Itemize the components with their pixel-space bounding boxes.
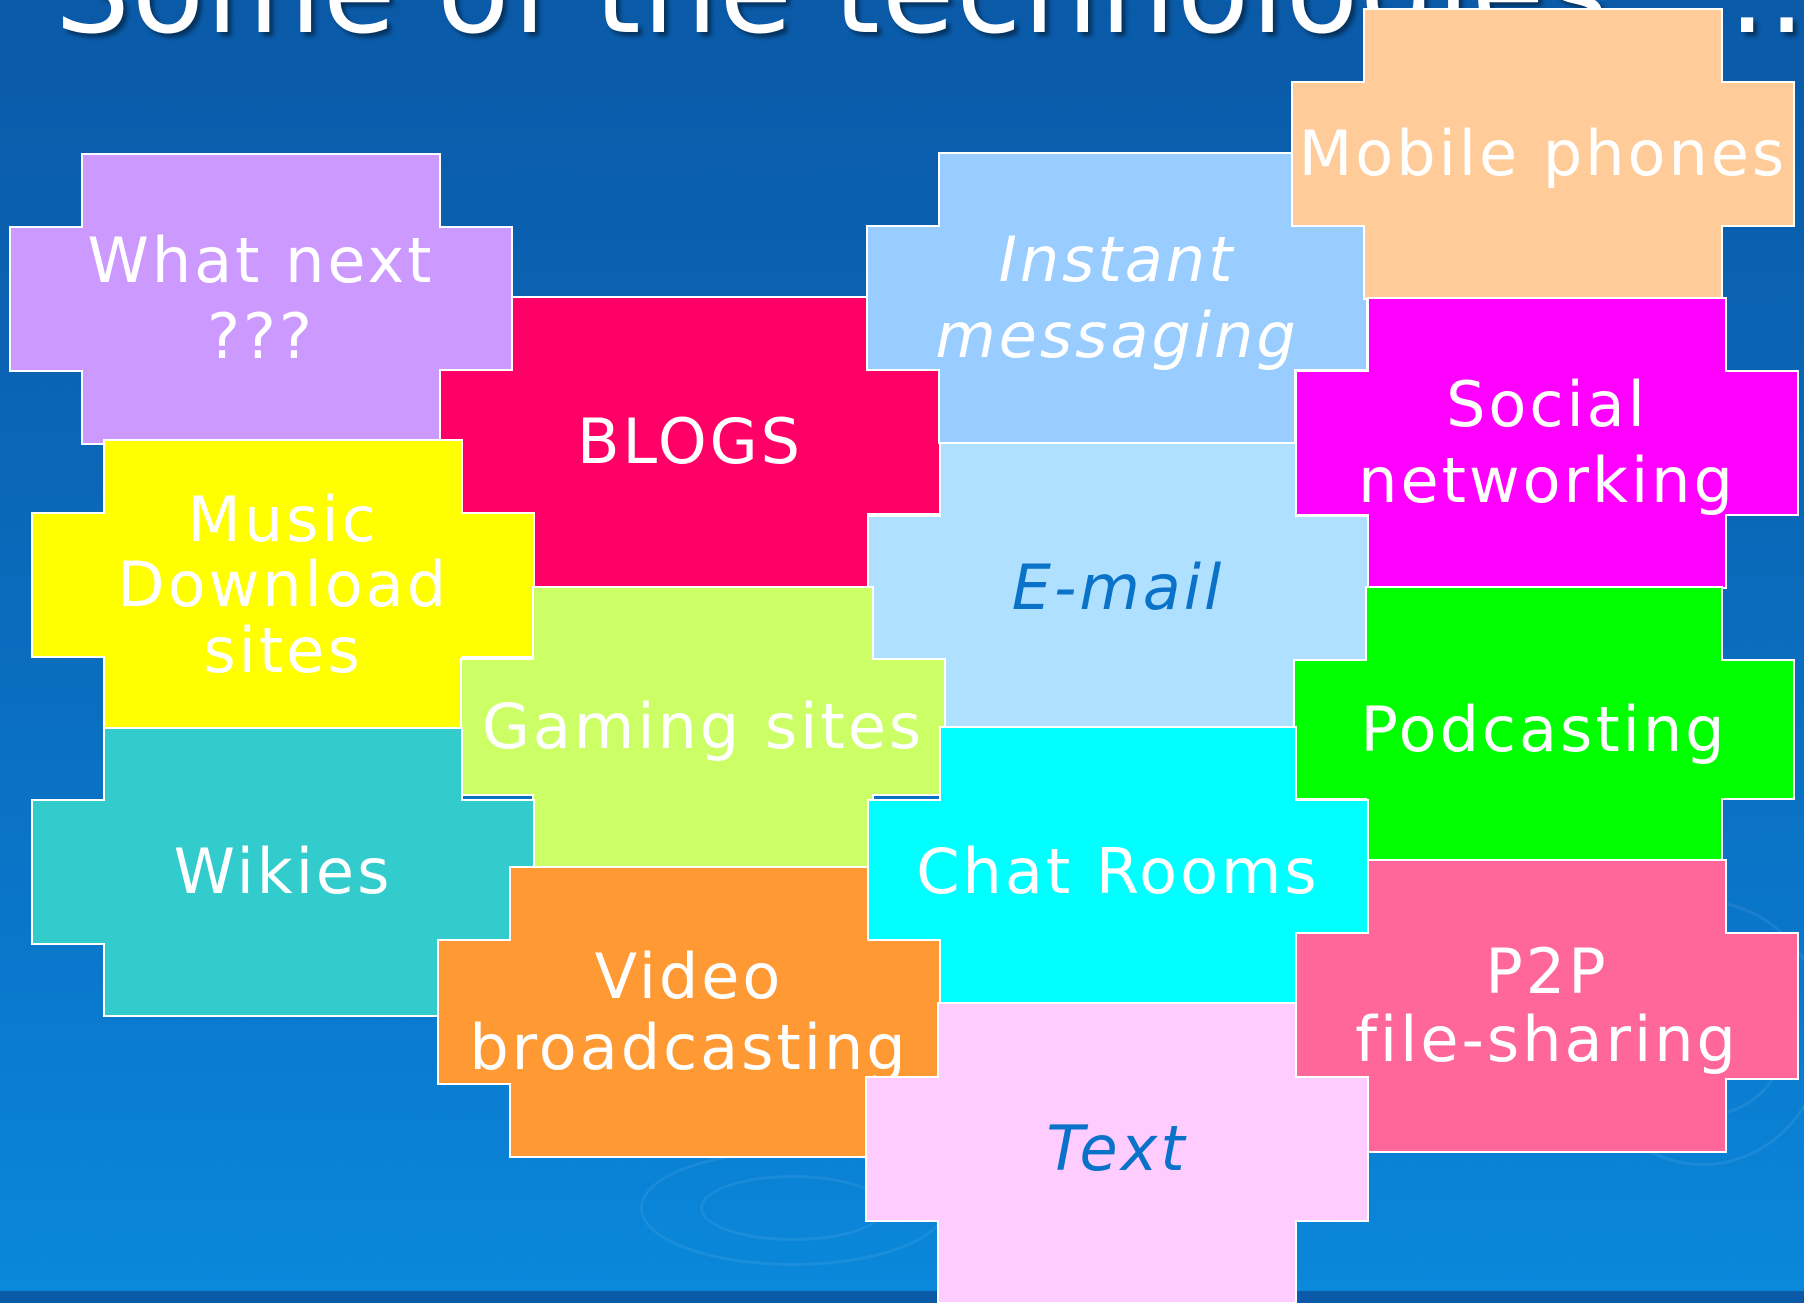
tile-label: Social networking: [1358, 368, 1736, 517]
tile-music-download: Music Download sites: [31, 439, 535, 731]
tile-mobile-phones: Mobile phones: [1291, 8, 1795, 300]
tile-label: P2P file-sharing: [1355, 934, 1739, 1076]
tile-label: What next ???: [87, 224, 435, 373]
tile-video-broadcasting: Video broadcasting: [437, 866, 941, 1158]
tile-label: Mobile phones: [1298, 117, 1788, 191]
tile-social-networking: Social networking: [1295, 297, 1799, 589]
slide: Some of the technologies..... What next …: [0, 0, 1804, 1303]
tile-p2p: P2P file-sharing: [1295, 859, 1799, 1153]
tile-text: Text: [865, 1002, 1369, 1303]
ripple-decoration: [700, 1175, 886, 1241]
tile-label: Text: [1046, 1112, 1188, 1185]
tile-label: Music Download sites: [116, 483, 450, 687]
tile-chat-rooms: Chat Rooms: [867, 726, 1369, 1018]
tile-label: Video broadcasting: [469, 939, 909, 1084]
tile-what-next: What next ???: [9, 153, 513, 445]
tile-label: Chat Rooms: [916, 835, 1320, 909]
